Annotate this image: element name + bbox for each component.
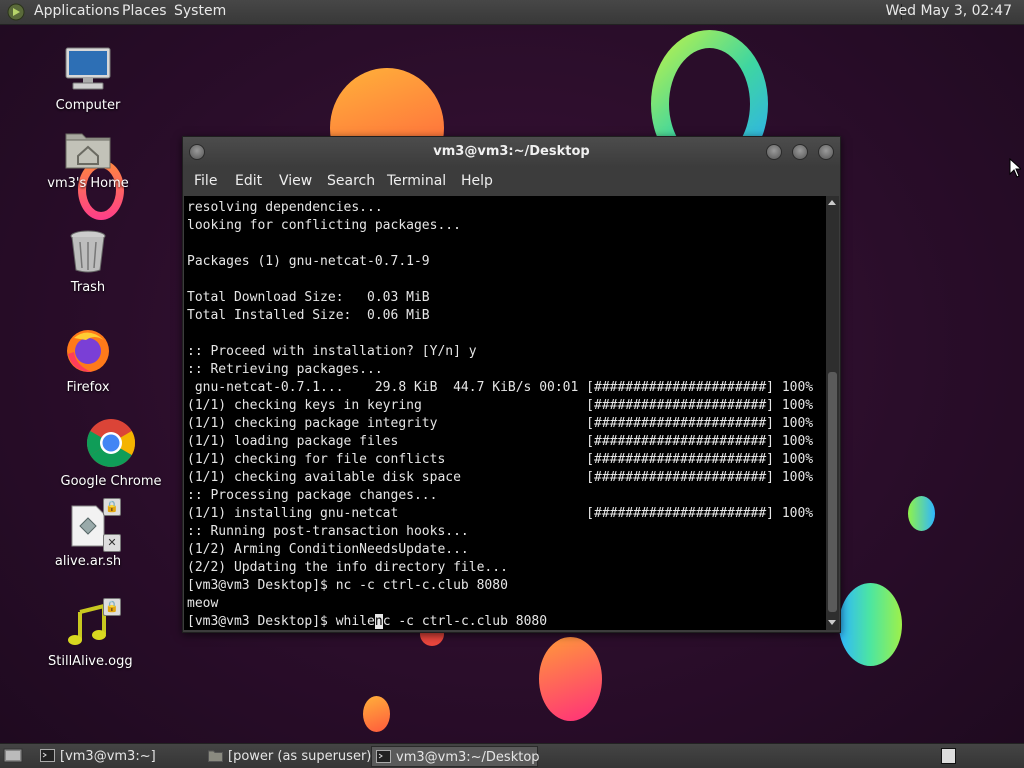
desktop-icon-trash[interactable]: Trash <box>48 228 128 295</box>
terminal-line: (1/1) loading package files [###########… <box>187 434 814 449</box>
scrollbar-thumb[interactable] <box>828 372 837 612</box>
task-terminal-desktop[interactable]: vm3@vm3:~/Desktop <box>371 746 540 767</box>
script-file-icon <box>71 505 105 547</box>
terminal-output[interactable]: resolving dependencies... looking for co… <box>184 196 826 630</box>
terminal-line: :: Processing package changes... <box>187 488 438 503</box>
desktop-icon-home[interactable]: vm3's Home <box>44 128 132 191</box>
terminal-line: (1/2) Arming ConditionNeedsUpdate... <box>187 542 469 557</box>
terminal-line: (1/1) checking available disk space [###… <box>187 470 814 485</box>
home-folder-icon <box>65 133 111 169</box>
window-titlebar[interactable]: vm3@vm3:~/Desktop <box>183 137 840 167</box>
menu-edit[interactable]: Edit <box>235 173 262 189</box>
terminal-line: (1/1) checking for file conflicts [#####… <box>187 452 814 467</box>
window-menu-button[interactable] <box>189 144 205 160</box>
top-panel: Applications Places System Wed May 3, 02… <box>0 0 1024 25</box>
terminal-line: :: Retrieving packages... <box>187 362 383 377</box>
desktop-icon-chrome[interactable]: Google Chrome <box>58 418 164 489</box>
terminal-line: Total Download Size: 0.03 MiB <box>187 290 430 305</box>
terminal-line: Packages (1) gnu-netcat-0.7.1-9 <box>187 254 430 269</box>
menu-file[interactable]: File <box>194 173 217 189</box>
lock-emblem-icon: 🔒 <box>103 598 121 616</box>
computer-icon <box>65 47 111 90</box>
applications-logo-icon[interactable] <box>7 3 25 21</box>
menu-terminal[interactable]: Terminal <box>387 173 446 189</box>
desktop-icon-label: Google Chrome <box>60 474 162 489</box>
menu-search[interactable]: Search <box>327 173 375 189</box>
terminal-line: meow <box>187 596 219 611</box>
task-power-superuser[interactable]: [power (as superuser)] <box>204 746 376 767</box>
terminal-line: [vm3@vm3 Desktop]$ nc -c ctrl-c.club 808… <box>187 578 508 593</box>
chrome-icon <box>86 419 136 468</box>
task-terminal-home[interactable]: [vm3@vm3:~] <box>36 746 200 767</box>
desktop-icon-alive-script[interactable]: 🔒 ✕ alive.ar.sh <box>48 498 128 569</box>
terminal-menubar: File Edit View Search Terminal Help <box>183 167 840 195</box>
terminal-text: resolving dependencies... looking for co… <box>184 196 826 630</box>
command-input-after-cursor: c -c ctrl-c.club 8080 <box>382 614 548 629</box>
terminal-line: (1/1) checking package integrity [######… <box>187 416 814 431</box>
close-button[interactable] <box>818 144 834 160</box>
minimize-button[interactable] <box>766 144 782 160</box>
terminal-line: looking for conflicting packages... <box>187 218 461 233</box>
terminal-icon <box>376 750 391 763</box>
wallpaper-pink-blob <box>539 637 602 721</box>
terminal-line: (1/1) checking keys in keyring [########… <box>187 398 814 413</box>
desktop-icon-label: alive.ar.sh <box>54 554 122 569</box>
desktop-icon-label: Computer <box>55 98 121 113</box>
firefox-icon <box>67 330 109 372</box>
lock-emblem-icon: 🔒 <box>103 498 121 516</box>
desktop-icon-stillalive-audio[interactable]: 🔒 StillAlive.ogg <box>48 598 133 669</box>
task-label: vm3@vm3:~/Desktop <box>396 750 540 765</box>
window-title: vm3@vm3:~/Desktop <box>433 144 590 159</box>
desktop-icon-label: StillAlive.ogg <box>48 654 133 669</box>
show-desktop-icon[interactable] <box>3 747 23 765</box>
desktop-icon-label: Trash <box>70 280 106 295</box>
trash-icon <box>70 230 106 273</box>
wallpaper-blue-blob <box>839 583 902 666</box>
scroll-down-arrow-icon[interactable] <box>828 620 836 625</box>
terminal-line: gnu-netcat-0.7.1... 29.8 KiB 44.7 KiB/s … <box>194 380 814 395</box>
folder-icon <box>208 750 223 762</box>
task-label: [vm3@vm3:~] <box>60 749 156 764</box>
mouse-pointer-icon <box>1009 158 1021 178</box>
desktop-icon-firefox[interactable]: Firefox <box>48 326 128 395</box>
workspace-switcher[interactable] <box>941 748 956 764</box>
desktop-icon-label: Firefox <box>66 380 110 395</box>
desktop-icon-label: vm3's Home <box>47 176 129 191</box>
terminal-window[interactable]: vm3@vm3:~/Desktop File Edit View Search … <box>182 136 841 633</box>
wallpaper-small-blob <box>363 696 390 732</box>
command-input-before-cursor: while <box>335 614 375 629</box>
menu-applications[interactable]: Applications <box>34 3 120 19</box>
terminal-line: :: Running post-transaction hooks... <box>187 524 469 539</box>
terminal-scrollbar[interactable] <box>826 196 839 630</box>
maximize-button[interactable] <box>792 144 808 160</box>
terminal-line: :: Proceed with installation? [Y/n] y <box>187 344 477 359</box>
menu-help[interactable]: Help <box>461 173 493 189</box>
task-label: [power (as superuser)] <box>228 749 377 764</box>
terminal-line: Total Installed Size: 0.06 MiB <box>187 308 430 323</box>
text-cursor: n <box>374 614 383 629</box>
menu-view[interactable]: View <box>279 173 312 189</box>
terminal-history: resolving dependencies... looking for co… <box>187 200 813 611</box>
shell-prompt: [vm3@vm3 Desktop]$ <box>187 614 336 629</box>
desktop-icon-computer[interactable]: Computer <box>48 46 128 113</box>
clock[interactable]: Wed May 3, 02:47 <box>885 3 1012 19</box>
unreadable-emblem-icon: ✕ <box>103 534 121 552</box>
bottom-taskbar: [vm3@vm3:~] [power (as superuser)] vm3@v… <box>0 743 1024 768</box>
terminal-line: (1/1) installing gnu-netcat [###########… <box>187 506 814 521</box>
terminal-line: (2/2) Updating the info directory file..… <box>187 560 508 575</box>
menu-system[interactable]: System <box>174 3 226 19</box>
terminal-line: resolving dependencies... <box>187 200 383 215</box>
menu-places[interactable]: Places <box>122 3 167 19</box>
scroll-up-arrow-icon[interactable] <box>828 200 836 205</box>
wallpaper-cyan-blob <box>908 496 935 531</box>
terminal-icon <box>40 749 55 762</box>
